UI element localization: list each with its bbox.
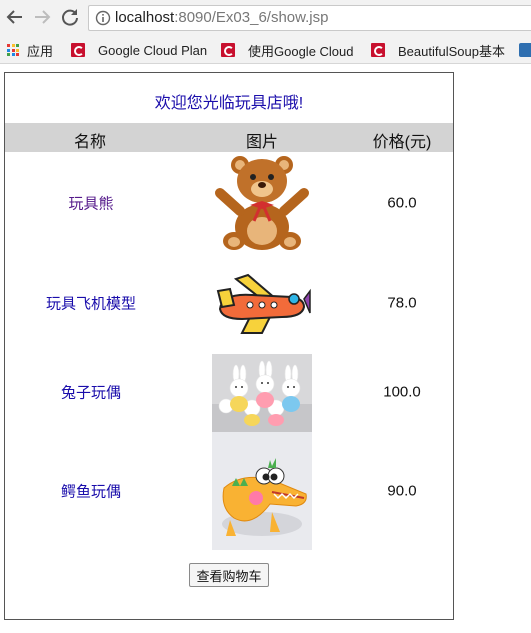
teddy-bear-image <box>215 156 309 250</box>
browser-toolbar: localhost:8090/Ex03_6/show.jsp <box>0 0 531 36</box>
forward-arrow-icon <box>35 10 51 24</box>
product-link[interactable]: 玩具熊 <box>68 193 113 214</box>
reload-button[interactable] <box>59 6 81 28</box>
back-arrow-icon <box>6 10 22 24</box>
bookmark-label: BeautifulSoup基本 <box>398 43 505 59</box>
product-price: 60.0 <box>387 194 417 212</box>
bookmark-label: 应用 <box>27 43 54 59</box>
header-image: 图片 <box>245 134 279 151</box>
product-price: 78.0 <box>387 294 417 312</box>
bookmark-google-cloud-plan[interactable]: Google Cloud Plan <box>71 41 207 59</box>
bookmark-label: 使用Google Cloud <box>248 43 354 59</box>
bookmarks-bar: 应用 Google Cloud Plan 使用Google Cloud Beau… <box>0 36 531 64</box>
page-frame: 欢迎您光临玩具店哦! 名称 图片 价格(元) 玩具熊 60.0 玩具飞机模型 7… <box>4 72 454 620</box>
forward-button[interactable] <box>31 6 53 28</box>
product-link[interactable]: 兔子玩偶 <box>61 382 121 403</box>
product-price: 100.0 <box>383 383 421 401</box>
bunny-dolls-image <box>212 354 312 432</box>
product-price: 90.0 <box>387 482 417 500</box>
bookmark-overflow[interactable] <box>519 41 531 59</box>
table-header: 名称 图片 价格(元) <box>5 123 453 152</box>
info-icon <box>95 10 111 26</box>
apps-grid-icon <box>7 44 19 56</box>
product-link[interactable]: 玩具飞机模型 <box>46 293 136 314</box>
back-button[interactable] <box>4 6 26 28</box>
url-path: :8090/Ex03_6/show.jsp <box>174 9 329 26</box>
bookmark-beautifulsoup[interactable]: BeautifulSoup基本 <box>371 41 505 59</box>
address-bar[interactable]: localhost:8090/Ex03_6/show.jsp <box>88 5 531 31</box>
toy-airplane-image <box>216 273 311 334</box>
red-c-icon <box>371 43 385 57</box>
red-c-icon <box>71 43 85 57</box>
product-link[interactable]: 鳄鱼玩偶 <box>61 481 121 502</box>
welcome-message: 欢迎您光临玩具店哦! <box>154 95 304 112</box>
bookmark-apps[interactable]: 应用 <box>7 41 53 59</box>
url-text: localhost:8090/Ex03_6/show.jsp <box>115 9 328 26</box>
red-c-icon <box>221 43 235 57</box>
reload-icon <box>62 9 78 26</box>
bookmark-label: Google Cloud Plan <box>98 42 208 58</box>
bookmark-google-cloud[interactable]: 使用Google Cloud <box>221 41 354 59</box>
header-price: 价格(元) <box>372 134 432 151</box>
bookmark-folder-icon <box>519 43 531 57</box>
crocodile-toy-image <box>212 432 312 550</box>
view-cart-button[interactable]: 查看购物车 <box>189 563 269 587</box>
url-host: localhost <box>115 9 175 26</box>
header-name: 名称 <box>73 134 107 151</box>
